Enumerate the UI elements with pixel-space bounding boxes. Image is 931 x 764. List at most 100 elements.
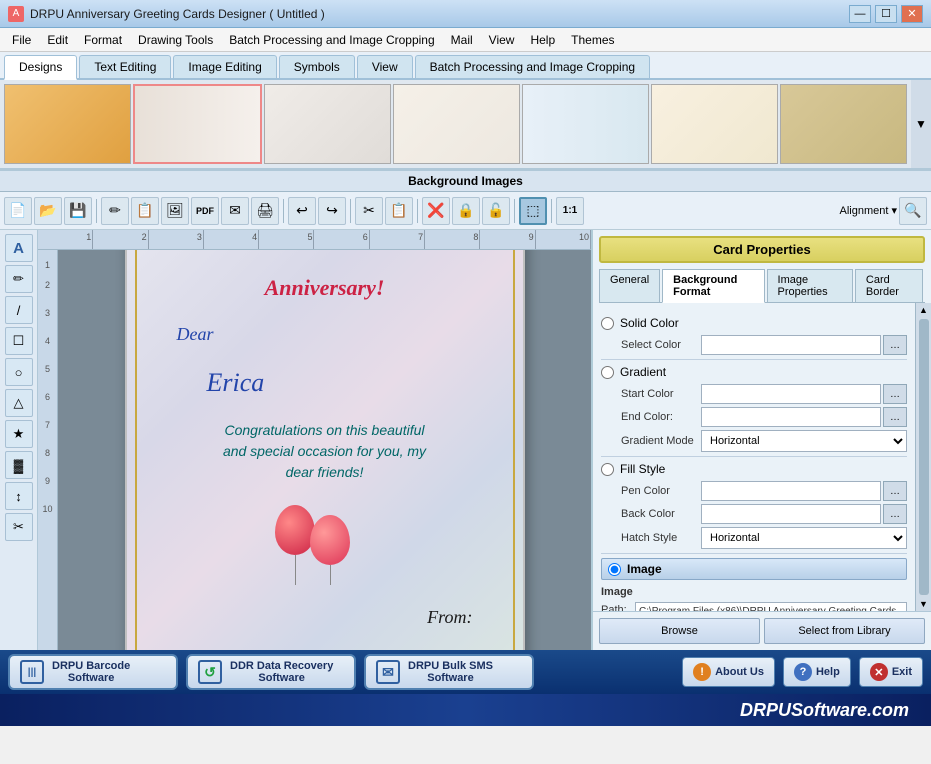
gradient-radio[interactable] bbox=[601, 366, 614, 379]
menu-file[interactable]: File bbox=[4, 31, 39, 49]
back-color-btn[interactable]: … bbox=[883, 504, 907, 524]
select-color-btn[interactable]: … bbox=[883, 335, 907, 355]
menu-mail[interactable]: Mail bbox=[443, 31, 481, 49]
pen-color-box[interactable] bbox=[701, 481, 881, 501]
menu-batch[interactable]: Batch Processing and Image Cropping bbox=[221, 31, 442, 49]
tool-crop[interactable]: ✂ bbox=[5, 513, 33, 541]
menu-bar: File Edit Format Drawing Tools Batch Pro… bbox=[0, 28, 931, 52]
menu-view[interactable]: View bbox=[481, 31, 523, 49]
hatch-style-select[interactable]: Horizontal bbox=[701, 527, 907, 549]
tab-batch[interactable]: Batch Processing and Image Cropping bbox=[415, 55, 650, 78]
tb-sep-3 bbox=[350, 199, 351, 223]
bg-thumb-4[interactable] bbox=[393, 84, 520, 164]
ruler-left: 1 2 3 4 5 6 7 8 9 10 bbox=[38, 250, 58, 650]
tb-delete[interactable]: ❌ bbox=[422, 197, 450, 225]
tool-text[interactable]: A bbox=[5, 234, 33, 262]
tool-line[interactable]: / bbox=[5, 296, 33, 324]
tb-undo[interactable]: ↩ bbox=[288, 197, 316, 225]
bg-thumb-5[interactable] bbox=[522, 84, 649, 164]
card-title-line2: Anniversary! bbox=[265, 274, 385, 303]
tb-zoom[interactable]: 1:1 bbox=[556, 197, 584, 225]
tab-text-editing[interactable]: Text Editing bbox=[79, 55, 171, 78]
tb-lock[interactable]: 🔒 bbox=[452, 197, 480, 225]
menu-themes[interactable]: Themes bbox=[563, 31, 622, 49]
fill-style-radio[interactable] bbox=[601, 463, 614, 476]
ddr-software-btn[interactable]: ↺ DDR Data RecoverySoftware bbox=[186, 654, 356, 690]
scroll-up[interactable]: ▲ bbox=[919, 305, 928, 315]
tb-zoom-in[interactable]: 🔍 bbox=[899, 197, 927, 225]
pen-color-btn[interactable]: … bbox=[883, 481, 907, 501]
tab-view[interactable]: View bbox=[357, 55, 413, 78]
bg-thumb-2[interactable] bbox=[133, 84, 262, 164]
tool-rectangle[interactable]: ☐ bbox=[5, 327, 33, 355]
tab-image-editing[interactable]: Image Editing bbox=[173, 55, 276, 78]
window-title: DRPU Anniversary Greeting Cards Designer… bbox=[30, 7, 849, 21]
exit-btn[interactable]: ✕ Exit bbox=[859, 657, 923, 687]
ruler-v-2: 2 bbox=[38, 280, 57, 290]
tool-pencil[interactable]: ✏ bbox=[5, 265, 33, 293]
end-color-box[interactable] bbox=[701, 407, 881, 427]
tb-new[interactable]: 📄 bbox=[4, 197, 32, 225]
tb-save[interactable]: 💾 bbox=[64, 197, 92, 225]
props-tab-border[interactable]: Card Border bbox=[855, 269, 923, 302]
tool-resize[interactable]: ↕ bbox=[5, 482, 33, 510]
tb-copy[interactable]: 📋 bbox=[131, 197, 159, 225]
tb-open[interactable]: 📂 bbox=[34, 197, 62, 225]
tb-redo[interactable]: ↪ bbox=[318, 197, 346, 225]
menu-help[interactable]: Help bbox=[522, 31, 563, 49]
tb-print-preview[interactable]: 🖼 bbox=[161, 197, 189, 225]
tb-select[interactable]: ⬚ bbox=[519, 197, 547, 225]
back-color-row: Back Color … bbox=[621, 504, 907, 524]
props-tab-general[interactable]: General bbox=[599, 269, 660, 302]
bulk-sms-btn[interactable]: ✉ DRPU Bulk SMSSoftware bbox=[364, 654, 534, 690]
start-color-box[interactable] bbox=[701, 384, 881, 404]
tb-pdf[interactable]: PDF bbox=[191, 197, 219, 225]
barcode-software-label: DRPU BarcodeSoftware bbox=[52, 660, 130, 684]
menu-drawing-tools[interactable]: Drawing Tools bbox=[130, 31, 221, 49]
tab-symbols[interactable]: Symbols bbox=[279, 55, 355, 78]
tb-print[interactable]: 🖨 bbox=[251, 197, 279, 225]
tb-sep-5 bbox=[514, 199, 515, 223]
start-color-btn[interactable]: … bbox=[883, 384, 907, 404]
select-color-box[interactable] bbox=[701, 335, 881, 355]
ddr-software-label: DDR Data RecoverySoftware bbox=[230, 660, 333, 684]
props-tab-background[interactable]: Background Format bbox=[662, 269, 764, 303]
barcode-software-btn[interactable]: ||| DRPU BarcodeSoftware bbox=[8, 654, 178, 690]
end-color-btn[interactable]: … bbox=[883, 407, 907, 427]
tool-star[interactable]: ★ bbox=[5, 420, 33, 448]
tab-designs[interactable]: Designs bbox=[4, 55, 77, 80]
menu-edit[interactable]: Edit bbox=[39, 31, 76, 49]
back-color-box[interactable] bbox=[701, 504, 881, 524]
about-us-btn[interactable]: ! About Us bbox=[682, 657, 775, 687]
tb-cut[interactable]: ✂ bbox=[355, 197, 383, 225]
select-from-library-button[interactable]: Select from Library bbox=[764, 618, 925, 644]
maximize-button[interactable]: ☐ bbox=[875, 5, 897, 23]
bg-strip-scroll[interactable]: ▼ bbox=[911, 80, 931, 168]
tool-fill[interactable]: ▓ bbox=[5, 451, 33, 479]
gradient-mode-select[interactable]: Horizontal bbox=[701, 430, 907, 452]
browse-button[interactable]: Browse bbox=[599, 618, 760, 644]
tb-paste[interactable]: 📋 bbox=[385, 197, 413, 225]
props-scrollbar[interactable]: ▲ ▼ bbox=[915, 303, 931, 611]
tool-triangle[interactable]: △ bbox=[5, 389, 33, 417]
menu-format[interactable]: Format bbox=[76, 31, 130, 49]
tool-ellipse[interactable]: ○ bbox=[5, 358, 33, 386]
tb-email[interactable]: ✉ bbox=[221, 197, 249, 225]
canvas-content[interactable]: Happy Wedding Anniversary! Dear Erica Co… bbox=[58, 250, 591, 650]
close-button[interactable]: ✕ bbox=[901, 5, 923, 23]
greeting-card[interactable]: Happy Wedding Anniversary! Dear Erica Co… bbox=[125, 250, 525, 650]
props-tab-image[interactable]: Image Properties bbox=[767, 269, 853, 302]
image-radio[interactable] bbox=[608, 563, 621, 576]
tb-edit[interactable]: ✏ bbox=[101, 197, 129, 225]
bg-thumb-6[interactable] bbox=[651, 84, 778, 164]
solid-color-radio[interactable] bbox=[601, 317, 614, 330]
bg-thumb-1[interactable] bbox=[4, 84, 131, 164]
scroll-down[interactable]: ▼ bbox=[919, 599, 928, 609]
bg-thumb-3[interactable] bbox=[264, 84, 391, 164]
bg-thumb-7[interactable] bbox=[780, 84, 907, 164]
tb-unlock[interactable]: 🔓 bbox=[482, 197, 510, 225]
help-btn[interactable]: ? Help bbox=[783, 657, 851, 687]
scroll-thumb[interactable] bbox=[919, 319, 929, 595]
ruler-tick-10: 10 bbox=[536, 230, 591, 249]
minimize-button[interactable]: — bbox=[849, 5, 871, 23]
